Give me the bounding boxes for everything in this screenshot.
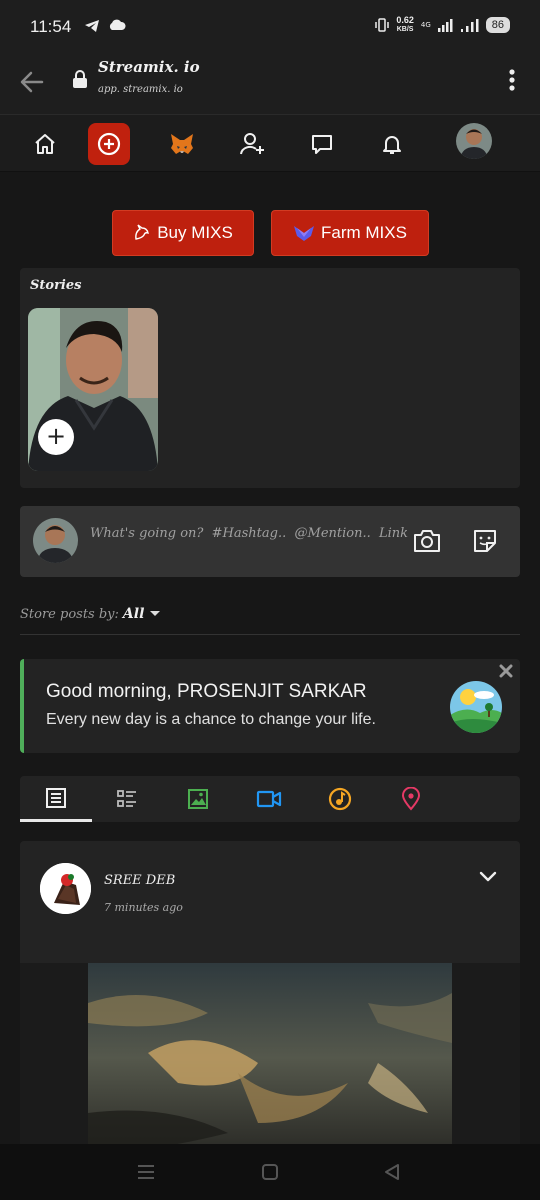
cloud-icon: [109, 19, 126, 30]
post-text-input[interactable]: [90, 520, 408, 546]
vibrate-icon: [375, 18, 390, 32]
post-timestamp: 7 minutes ago: [104, 901, 183, 914]
stories-section: Stories +: [20, 268, 520, 488]
net-speed: 0.62 KB/S: [396, 15, 414, 34]
home-icon: [35, 134, 55, 154]
nav-create-button[interactable]: [88, 123, 130, 165]
nav-metamask[interactable]: [162, 124, 202, 164]
avatar: [456, 123, 492, 159]
status-time: 11:54: [30, 17, 72, 36]
tab-music[interactable]: [304, 776, 376, 822]
post-photo: [88, 963, 452, 1151]
tab-all-posts[interactable]: [20, 776, 92, 822]
sunny-landscape-icon: [450, 681, 502, 733]
post-card: SREE DEB 7 minutes ago: [20, 841, 520, 1151]
add-story-button[interactable]: +: [38, 419, 74, 455]
sort-row: Store posts by: All: [20, 603, 520, 635]
back-arrow-icon[interactable]: [18, 68, 46, 96]
farm-logo-icon: [294, 226, 315, 241]
composer-avatar: [33, 518, 78, 563]
nav-add-friend[interactable]: [233, 124, 273, 164]
greeting-card: Good morning, PROSENJIT SARKAR Every new…: [20, 659, 520, 753]
nav-notifications[interactable]: [372, 124, 412, 164]
location-pin-icon: [401, 787, 421, 811]
site-url[interactable]: app. streamix. io: [98, 84, 183, 95]
sort-dropdown[interactable]: All: [123, 606, 145, 622]
more-vert-icon[interactable]: [508, 68, 516, 92]
message-icon: [312, 135, 332, 154]
unicorn-icon: [135, 224, 150, 240]
tab-images[interactable]: [162, 776, 234, 822]
signal-icon: [437, 18, 453, 32]
fox-icon: [171, 134, 193, 154]
telegram-icon: [85, 20, 99, 32]
chevron-down-icon[interactable]: [478, 869, 498, 883]
list-icon: [117, 790, 136, 807]
farm-mixs-button[interactable]: Farm MIXS: [271, 210, 429, 256]
document-icon: [46, 787, 66, 808]
nav-home[interactable]: [25, 124, 65, 164]
post-media: [20, 963, 520, 1151]
story-card-create[interactable]: +: [28, 308, 158, 471]
stories-title: Stories: [30, 278, 82, 293]
tab-text-posts[interactable]: [91, 776, 163, 822]
post-composer: [20, 506, 520, 577]
battery-indicator: 86: [485, 17, 510, 33]
nav-messages[interactable]: [302, 124, 342, 164]
sort-label: Store posts by:: [20, 607, 119, 622]
tab-videos[interactable]: [233, 776, 305, 822]
sticker-icon[interactable]: [472, 528, 498, 554]
post-author-avatar[interactable]: [40, 863, 91, 914]
add-user-icon: [240, 133, 264, 155]
avatar: [33, 518, 78, 563]
caret-down-icon[interactable]: [150, 611, 161, 616]
image-icon: [188, 789, 208, 809]
greeting-title: Good morning, PROSENJIT SARKAR: [46, 681, 367, 702]
plus-circle-icon: [97, 132, 121, 156]
back-triangle-icon[interactable]: [383, 1163, 401, 1181]
lock-icon: [73, 70, 87, 88]
avatar: [40, 863, 91, 914]
post-image[interactable]: [88, 963, 452, 1151]
home-square-icon[interactable]: [261, 1163, 279, 1181]
recents-menu-icon[interactable]: [137, 1164, 155, 1180]
bell-icon: [383, 136, 401, 154]
greeting-message: Every new day is a chance to change your…: [46, 711, 376, 728]
music-icon: [328, 787, 352, 811]
network-type: 4G: [420, 21, 431, 29]
close-icon[interactable]: [498, 663, 514, 679]
app-navbar: [0, 114, 540, 172]
tab-places[interactable]: [375, 776, 447, 822]
system-nav-bar: [0, 1144, 540, 1200]
signal-icon-2: [460, 18, 479, 32]
video-camera-icon: [256, 790, 282, 808]
buy-mixs-button[interactable]: Buy MIXS: [112, 210, 254, 256]
browser-url-bar: Streamix. io app. streamix. io: [0, 54, 540, 114]
status-bar: 11:54 0.62 KB/S 4G 86: [0, 0, 540, 54]
post-author-name[interactable]: SREE DEB: [104, 873, 175, 888]
camera-icon[interactable]: [413, 528, 441, 554]
site-title[interactable]: Streamix. io: [98, 58, 200, 76]
nav-profile-avatar[interactable]: [456, 123, 492, 159]
feed-filter-tabs: [20, 776, 520, 822]
